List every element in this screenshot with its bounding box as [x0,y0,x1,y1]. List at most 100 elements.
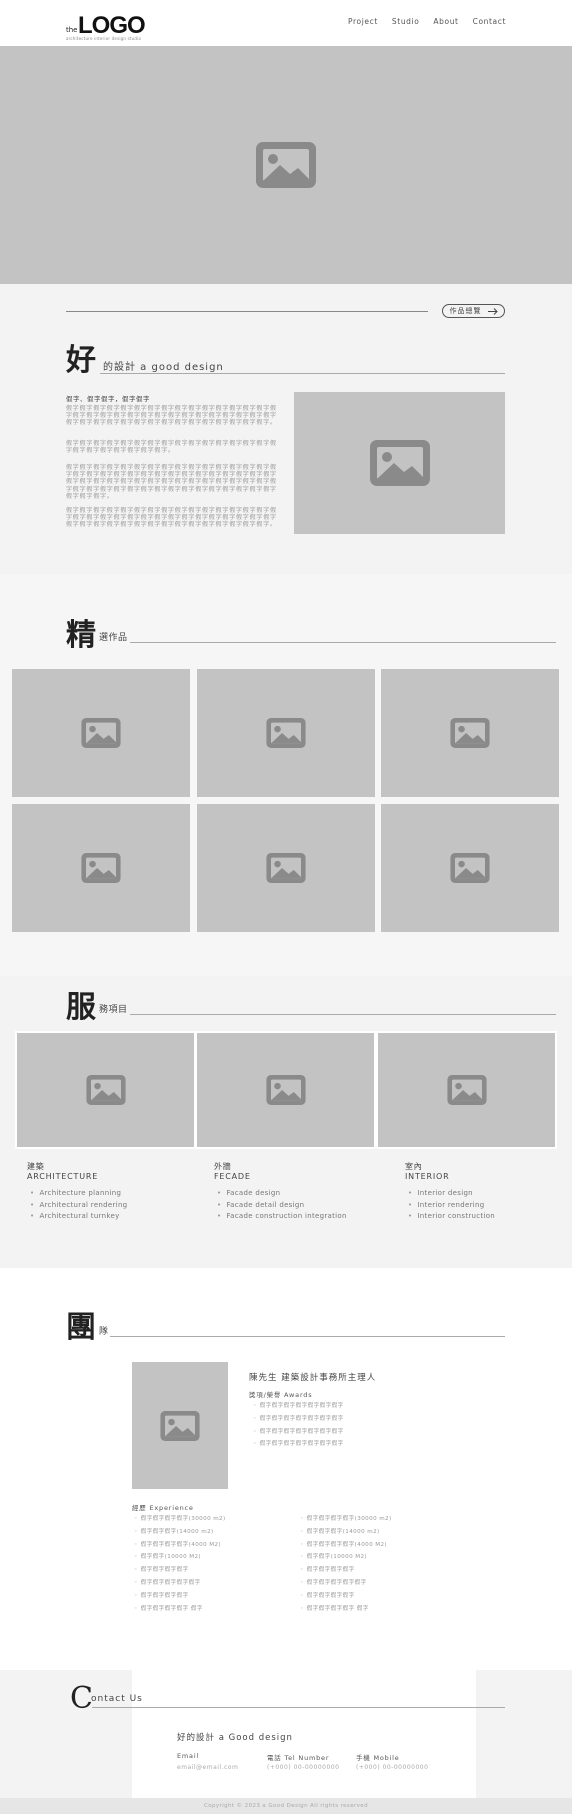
list-item: Interior rendering [408,1200,495,1212]
service-zh: 室內 [405,1162,423,1171]
tel-value[interactable]: (+000) 00-00000000 [267,1764,339,1771]
service-image-interior [378,1033,555,1147]
list-item: Interior design [408,1188,495,1200]
intro-image [294,392,505,534]
list-item: 假字假字(10000 M2) [134,1551,226,1564]
awards-list: 假字假字假字假字假字假字假字 假字假字假字假字假字假字假字 假字假字假字假字假字… [253,1400,344,1451]
intro-paragraph: 假字假字假字假字假字假字假字假字假字假字假字假字假字假字假字假字假字假字假字假字… [66,405,277,427]
view-all-label: 作品總覽 [449,308,482,315]
service-zh: 建築 [27,1162,45,1171]
project-thumbnail[interactable] [197,669,375,797]
mobile-value[interactable]: (+000) 00-00000000 [356,1764,428,1771]
site-logo[interactable]: the LOGO architecture interior design st… [66,12,146,42]
title-underline [110,1336,505,1337]
email-value[interactable]: email@email.com [177,1764,238,1771]
list-item: 假字假字假字假字 [300,1564,392,1577]
email-label: Email [177,1752,200,1760]
list-item: Architecture planning [30,1188,127,1200]
contact-big-char: C [70,1681,93,1716]
image-placeholder-icon [265,1075,306,1105]
list-item: 假字假字假字假字(4000 M2) [134,1539,226,1552]
project-thumbnail[interactable] [381,669,559,797]
image-placeholder-icon [266,853,306,883]
project-thumbnail[interactable] [12,669,190,797]
intro-paragraph: 假字假字假字假字假字假字假字假字假字假字假字假字假字假字假字假字假字假字假字假字… [66,464,277,500]
list-item: 假字假字假字(14000 m2) [300,1526,392,1539]
selected-big-char: 精 [66,618,96,653]
service-list: Architecture planning Architectural rend… [30,1188,127,1223]
intro-headline: 假字、假字假字，假字假字 [66,395,150,403]
title-underline [130,642,556,643]
service-zh: 外牆 [214,1162,232,1171]
team-big-char: 團 [66,1310,96,1345]
list-item: 假字假字假字假字 假字 [300,1603,392,1616]
mobile-label: 手機 Mobile [356,1754,400,1762]
nav-studio[interactable]: Studio [392,17,420,26]
list-item: 假字假字假字假字假字 [300,1577,392,1590]
list-item: 假字假字假字假字 [300,1590,392,1603]
nav-about[interactable]: About [433,17,458,26]
list-item: Facade detail design [217,1200,347,1212]
service-list: Interior design Interior rendering Inter… [408,1188,495,1223]
intro-title: 的設計 a good design [103,362,224,373]
image-placeholder-icon [369,440,430,486]
nav-contact[interactable]: Contact [473,17,506,26]
service-column-facade: 外牆 FECADE Facade design Facade detail de… [214,1162,347,1223]
image-placeholder-icon [450,853,490,883]
title-underline [92,1707,505,1708]
list-item: 假字假字假字假字(4000 M2) [300,1539,392,1552]
list-item: Facade design [217,1188,347,1200]
experience-list-left: 假字假字假字假字(30000 m2) 假字假字假字(14000 m2) 假字假字… [134,1513,226,1615]
awards-title: 獎項/榮譽 Awards [249,1391,313,1399]
selected-title: 選作品 [99,633,128,643]
list-item: Architectural rendering [30,1200,127,1212]
image-placeholder-icon [450,718,490,748]
image-placeholder-icon [81,718,121,748]
intro-paragraph: 假字假字假字假字假字假字假字假字假字假字假字假字假字假字假字假字假字假字假字假字… [66,507,277,529]
service-image-facade [197,1033,374,1147]
list-item: 假字假字假字假字假字假字假字 [253,1438,344,1451]
title-underline [100,373,505,374]
service-en: FECADE [214,1172,251,1181]
nav-project[interactable]: Project [348,17,378,26]
team-member-name: 陳先生 建築設計事務所主理人 [249,1373,377,1383]
service-column-interior: 室內 INTERIOR Interior design Interior ren… [405,1162,495,1223]
services-title: 務項目 [99,1005,128,1015]
logo-prefix: the [66,26,78,34]
list-item: Architectural turnkey [30,1211,127,1223]
project-thumbnail[interactable] [12,804,190,932]
contact-title: ontact Us [91,1694,143,1704]
list-item: 假字假字假字假字(30000 m2) [300,1513,392,1526]
view-all-works-button[interactable]: 作品總覽 [442,304,505,318]
list-item: 假字假字假字假字(30000 m2) [134,1513,226,1526]
team-portrait [132,1362,228,1489]
services-big-char: 服 [66,990,96,1025]
team-title: 隊 [99,1327,109,1337]
tel-label: 電話 Tel Number [267,1754,330,1762]
list-item: 假字假字假字假字假字假字假字 [253,1413,344,1426]
list-item: Facade construction integration [217,1211,347,1223]
contact-company: 好的設計 a Good design [177,1733,293,1743]
image-placeholder-icon [81,853,121,883]
image-placeholder-icon [256,142,316,188]
arrow-right-icon [487,307,498,315]
service-image-architecture [17,1033,194,1147]
list-item: 假字假字假字假字 [134,1564,226,1577]
list-item: 假字假字(10000 M2) [300,1551,392,1564]
main-nav: Project Studio About Contact [348,17,506,26]
title-underline [130,1014,556,1015]
list-item: 假字假字假字假字 假字 [134,1603,226,1616]
service-list: Facade design Facade detail design Facad… [217,1188,347,1223]
service-en: INTERIOR [405,1172,450,1181]
service-en: ARCHITECTURE [27,1172,99,1181]
intro-paragraph: 假字假字假字假字假字假字假字假字假字假字假字假字假字假字假字假字假字假字假字假字… [66,440,277,455]
project-thumbnail[interactable] [381,804,559,932]
intro-big-char: 好 [66,343,96,378]
list-item: 假字假字假字假字假字 [134,1577,226,1590]
image-placeholder-icon [266,718,306,748]
footer-copyright: Copyright © 2023 a Good Design All right… [0,1798,572,1814]
image-placeholder-icon [446,1075,487,1105]
divider [66,311,428,312]
project-thumbnail[interactable] [197,804,375,932]
service-column-architecture: 建築 ARCHITECTURE Architecture planning Ar… [27,1162,127,1223]
